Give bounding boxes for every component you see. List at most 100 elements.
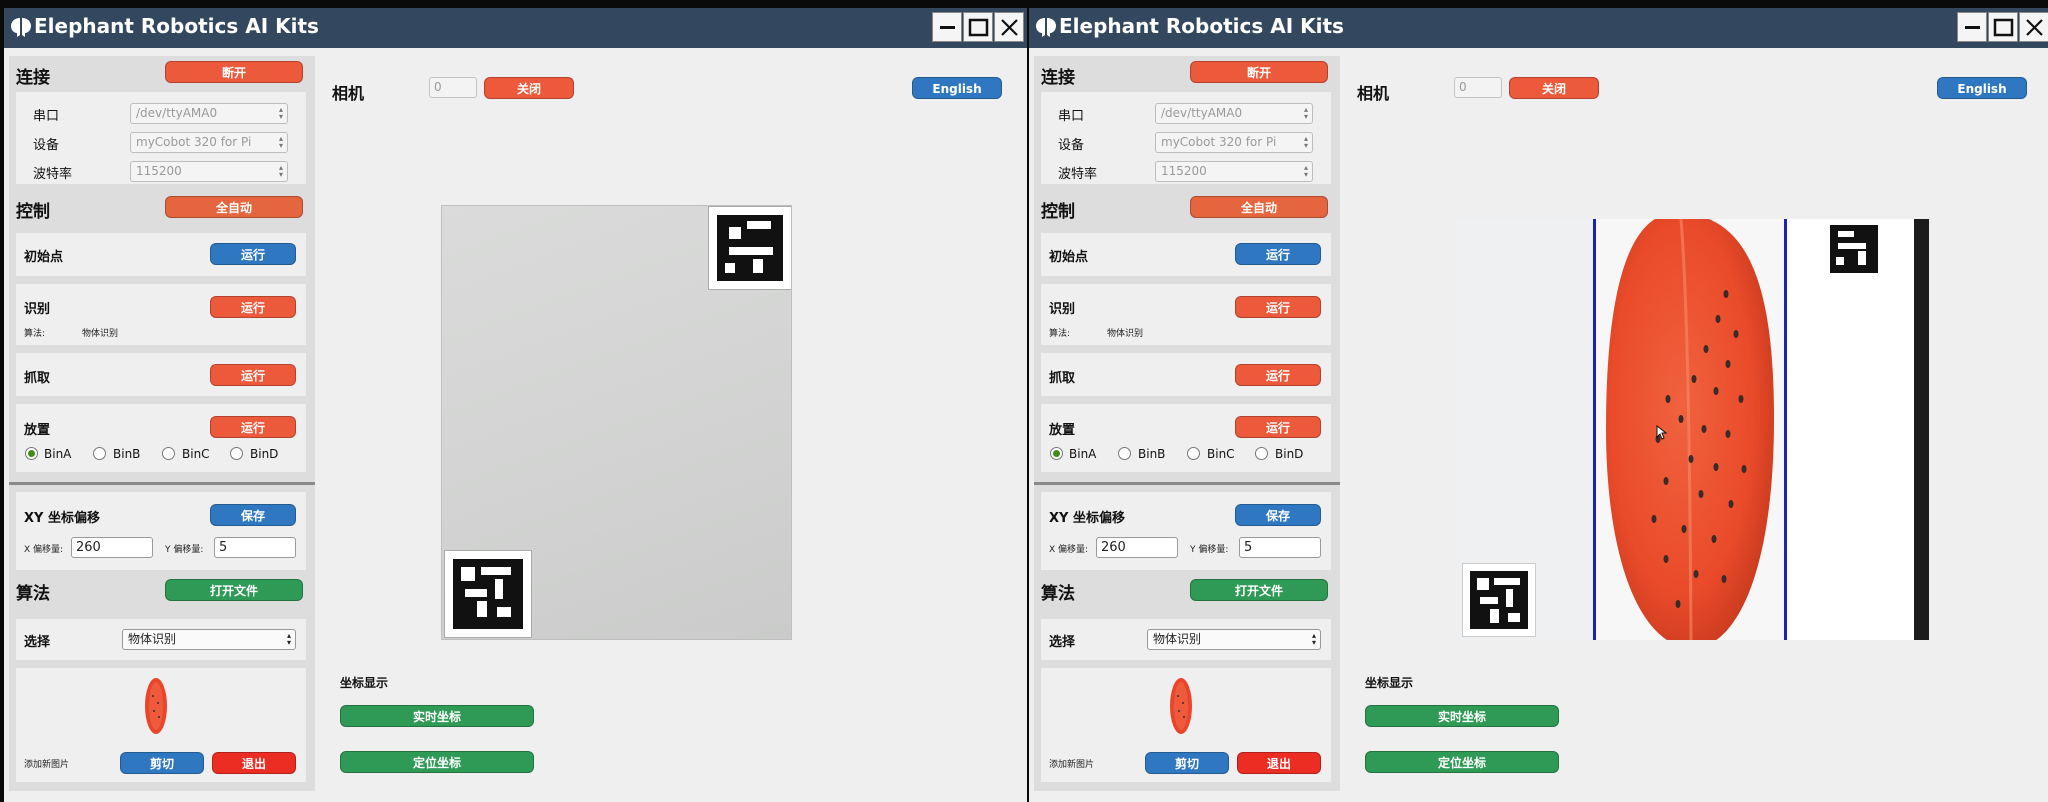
algorithm-select-card: 选择 物体识别 ▴ ▾ [1041,619,1331,660]
home-run-button[interactable]: 运行 [1235,243,1321,265]
x-offset-input[interactable]: 260 [71,537,153,558]
minimize-button[interactable] [1957,12,1987,42]
full-auto-button[interactable]: 全自动 [165,196,303,218]
realtime-coords-button[interactable]: 实时坐标 [1365,705,1559,727]
fixture-edge [1914,219,1929,640]
algo-label: 算法: [1049,329,1071,339]
algorithm-select[interactable]: 物体识别 ▴ ▾ [1147,629,1321,650]
maximize-icon [1993,18,2014,37]
disconnect-button[interactable]: 断开 [1190,61,1328,83]
recognize-run-button[interactable]: 运行 [1235,296,1321,318]
connection-header: 连接 断开 [9,56,315,92]
bin-d-radio[interactable] [1255,447,1268,460]
realtime-coords-button[interactable]: 实时坐标 [340,705,534,727]
device-select[interactable]: myCobot 320 for Pi ▴ ▾ [1155,132,1313,153]
connection-header: 连接 断开 [1034,56,1340,92]
bin-c-radio[interactable] [162,447,175,460]
section-divider [9,482,315,485]
dropdown-arrow-icon: ▴ ▾ [278,105,283,121]
place-run-button[interactable]: 运行 [210,416,296,438]
camera-index-input[interactable]: 0 [1454,77,1502,98]
exit-button[interactable]: 退出 [1237,752,1321,774]
image-card: 添加新图片 剪切 退出 [16,668,306,782]
device-select[interactable]: myCobot 320 for Pi ▴ ▾ [130,132,288,153]
camera-index-input[interactable]: 0 [429,77,477,98]
bin-b-radio[interactable] [93,447,106,460]
language-button[interactable]: English [912,77,1002,99]
x-offset-input[interactable]: 260 [1096,537,1178,558]
connection-title: 连接 [16,68,50,88]
locate-coords-button[interactable]: 定位坐标 [340,751,534,773]
y-offset-input[interactable]: 5 [214,537,296,558]
camera-view [1456,219,1929,640]
bin-a-radio[interactable] [1050,447,1063,460]
bin-c-label: BinC [1207,447,1235,461]
app-window-right: Elephant Robotics AI Kits 连接 断开 串口 /dev/… [1029,8,2048,802]
minimize-icon [1965,26,1980,29]
camera-close-button[interactable]: 关闭 [1509,77,1599,99]
bin-d-label: BinD [250,447,279,461]
close-icon [1001,19,1018,36]
cut-button[interactable]: 剪切 [120,752,204,774]
close-button[interactable] [994,12,1024,42]
home-run-button[interactable]: 运行 [210,243,296,265]
place-card: 放置 运行 BinA BinB BinC BinD [1041,404,1331,472]
y-offset-input[interactable]: 5 [1239,537,1321,558]
offset-save-button[interactable]: 保存 [1235,504,1321,526]
device-label: 设备 [33,138,60,153]
offset-save-button[interactable]: 保存 [210,504,296,526]
maximize-button[interactable] [1988,12,2018,42]
bin-a-radio[interactable] [25,447,38,460]
section-divider [1034,482,1340,485]
algorithm-select[interactable]: 物体识别 ▴ ▾ [122,629,296,650]
title-bar[interactable]: Elephant Robotics AI Kits [4,8,1027,48]
close-button[interactable] [2019,12,2048,42]
x-offset-label: X 偏移量: [1049,545,1089,555]
control-title: 控制 [16,202,50,222]
minimize-icon [940,26,955,29]
maximize-icon [968,18,989,37]
serial-port-select[interactable]: /dev/ttyAMA0 ▴ ▾ [130,103,288,124]
open-file-button[interactable]: 打开文件 [1190,579,1328,601]
full-auto-button[interactable]: 全自动 [1190,196,1328,218]
algorithm-header: 算法 打开文件 [1034,570,1340,606]
baud-select[interactable]: 115200 ▴ ▾ [1155,161,1313,182]
recognize-run-button[interactable]: 运行 [210,296,296,318]
grab-card: 抓取 运行 [16,353,306,396]
algorithm-header: 算法 打开文件 [9,570,315,606]
device-label: 设备 [1058,138,1085,153]
offset-title: XY 坐标偏移 [24,511,100,526]
disconnect-button[interactable]: 断开 [165,61,303,83]
bin-b-radio[interactable] [1118,447,1131,460]
camera-close-button[interactable]: 关闭 [484,77,574,99]
control-title: 控制 [1041,202,1075,222]
maximize-button[interactable] [963,12,993,42]
grab-run-button[interactable]: 运行 [1235,364,1321,386]
locate-coords-button[interactable]: 定位坐标 [1365,751,1559,773]
image-card: 添加新图片 剪切 退出 [1041,668,1331,782]
language-button[interactable]: English [1937,77,2027,99]
algo-value: 物体识别 [82,329,119,339]
title-bar[interactable]: Elephant Robotics AI Kits [1029,8,2048,48]
place-run-button[interactable]: 运行 [1235,416,1321,438]
cut-button[interactable]: 剪切 [1145,752,1229,774]
minimize-button[interactable] [932,12,962,42]
serial-port-select[interactable]: /dev/ttyAMA0 ▴ ▾ [1155,103,1313,124]
coords-display-label: 坐标显示 [340,676,389,690]
exit-button[interactable]: 退出 [212,752,296,774]
aruco-marker-bottom-left [1462,563,1536,637]
baud-select[interactable]: 115200 ▴ ▾ [130,161,288,182]
bin-c-radio[interactable] [1187,447,1200,460]
bin-a-label: BinA [44,447,72,461]
open-file-button[interactable]: 打开文件 [165,579,303,601]
bin-d-radio[interactable] [230,447,243,460]
bin-b-label: BinB [113,447,141,461]
add-image-label: 添加新图片 [1049,760,1095,770]
sidebar: 连接 断开 串口 /dev/ttyAMA0 ▴ ▾ 设备 myCobot 320 f… [9,56,315,791]
home-card: 初始点 运行 [1041,233,1331,276]
bin-a-label: BinA [1069,447,1097,461]
recognize-label: 识别 [1049,302,1076,317]
grab-label: 抓取 [24,371,51,386]
recognize-card: 识别 运行 算法: 物体识别 [16,284,306,345]
grab-run-button[interactable]: 运行 [210,364,296,386]
